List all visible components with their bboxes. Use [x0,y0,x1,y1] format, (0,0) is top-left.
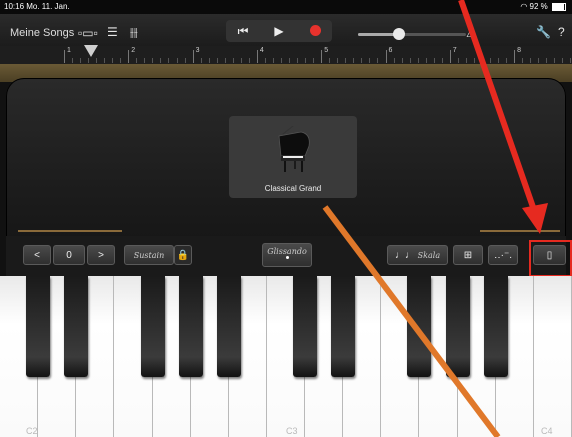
annotation-arrows [322,0,548,437]
red-arrow [458,0,548,234]
orange-arrow [322,205,501,437]
